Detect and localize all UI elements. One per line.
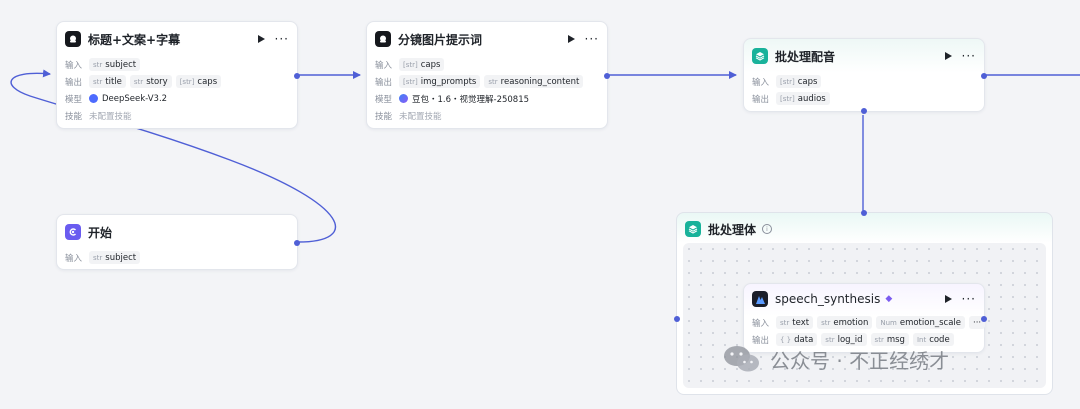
node-title-copy[interactable]: 标题+文案+字幕 ··· 输入 str subject 输出 str title s… xyxy=(56,21,300,129)
model-row: 模型 DeepSeek-V3.2 xyxy=(65,93,168,105)
param-tag: [str] audios xyxy=(776,92,830,105)
param-tag: str title xyxy=(89,75,126,88)
param-tag: [str] caps xyxy=(776,75,822,88)
input-row: 输入 [str] caps xyxy=(367,56,607,73)
node-header: 开始 xyxy=(57,215,297,249)
group-title: 批处理体 xyxy=(708,222,757,237)
output-port[interactable] xyxy=(604,73,610,79)
more-icon[interactable]: ··· xyxy=(962,293,976,305)
plugin-logo-icon xyxy=(752,291,768,307)
output-port[interactable] xyxy=(294,73,300,79)
output-row: 输出 str title str story [str] caps xyxy=(57,73,297,90)
node-logo-icon xyxy=(65,31,81,47)
node-start[interactable]: 开始 输入 str subject xyxy=(56,214,300,270)
deepseek-icon xyxy=(89,94,98,103)
node-title: 分镜图片提示词 xyxy=(398,32,483,47)
more-icon[interactable]: ··· xyxy=(585,33,599,45)
input-row: 输入 [str] caps xyxy=(744,73,984,90)
bottom-port[interactable] xyxy=(861,108,867,114)
batch-icon xyxy=(752,48,768,64)
node-header: 批处理配音 ··· xyxy=(744,39,984,73)
play-icon[interactable] xyxy=(257,35,265,43)
more-icon[interactable]: ··· xyxy=(275,33,289,45)
play-icon[interactable] xyxy=(944,52,952,60)
output-row: 输出 [str] audios xyxy=(744,90,984,107)
param-tag: Num emotion_scale xyxy=(876,316,965,329)
param-tag: str story xyxy=(129,75,172,88)
output-port[interactable] xyxy=(981,73,987,79)
start-icon xyxy=(65,224,81,240)
more-icon[interactable]: ··· xyxy=(962,50,976,62)
param-tag: [str] img_prompts xyxy=(399,75,481,88)
wechat-logo-icon xyxy=(722,344,762,374)
input-row: 输入 str subject xyxy=(57,249,297,266)
param-tag: str subject xyxy=(89,58,141,71)
watermark-text: 公众号 · 不正经绣才 xyxy=(770,348,950,373)
param-tag: [str] caps xyxy=(175,75,222,88)
node-header: 分镜图片提示词 ··· xyxy=(367,22,607,56)
node-title: 标题+文案+字幕 xyxy=(88,32,181,47)
doubao-icon xyxy=(399,94,408,103)
param-tag: str emotion xyxy=(817,316,873,329)
watermark: 公众号 · 不正经绣才 xyxy=(722,344,949,374)
param-tag: [str] caps xyxy=(399,58,445,71)
play-icon[interactable] xyxy=(944,295,952,303)
skill-row: 技能 未配置技能 xyxy=(375,111,442,122)
top-port[interactable] xyxy=(861,210,867,216)
output-port[interactable] xyxy=(294,240,300,246)
node-storyboard[interactable]: 分镜图片提示词 ··· 输入 [str] caps 输出 [str] img_pro… xyxy=(366,21,610,129)
node-logo-icon xyxy=(375,31,391,47)
node-header: 标题+文案+字幕 ··· xyxy=(57,22,297,56)
node-title: 批处理配音 xyxy=(775,49,836,64)
model-row: 模型 豆包・1.6・视觉理解-250815 xyxy=(375,94,530,105)
param-tag: str text xyxy=(776,316,814,329)
input-row: 输入 str subject xyxy=(57,56,297,73)
diamond-icon: ◆ xyxy=(885,294,893,304)
group-header: 批处理体 i xyxy=(677,213,1052,245)
input-row: 输入 str text str emotion Num emotion_scale ·… xyxy=(744,314,986,331)
inner-start-port[interactable] xyxy=(674,316,680,322)
node-speech-synthesis[interactable]: speech_synthesis ◆ ··· 输入 str text str emo… xyxy=(743,283,987,353)
node-header: speech_synthesis ◆ ··· xyxy=(744,284,984,314)
output-row: 输出 [str] img_prompts str reasoning_content xyxy=(367,73,607,90)
node-batch-dub[interactable]: 批处理配音 ··· 输入 [str] caps 输出 [str] audios xyxy=(743,38,987,114)
node-title: speech_synthesis xyxy=(775,292,881,306)
play-icon[interactable] xyxy=(567,35,575,43)
param-tag: str subject xyxy=(89,251,141,264)
node-title: 开始 xyxy=(88,225,113,240)
info-icon[interactable]: i xyxy=(762,224,773,234)
skill-row: 技能 未配置技能 xyxy=(65,111,132,122)
param-tag: str reasoning_content xyxy=(484,75,584,88)
batch-icon xyxy=(685,221,701,237)
output-port[interactable] xyxy=(981,316,987,322)
